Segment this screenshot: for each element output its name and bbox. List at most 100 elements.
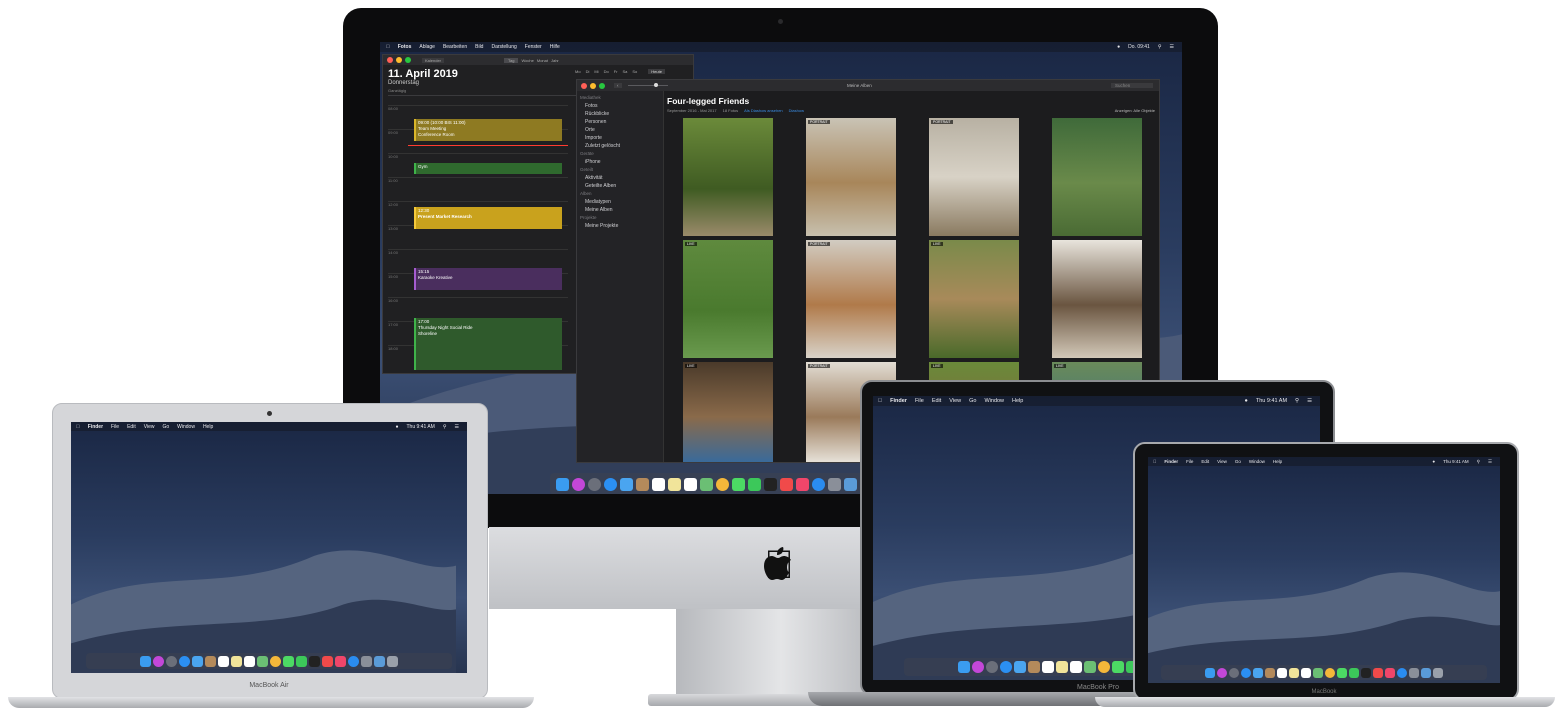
photos-minimize-button[interactable] <box>590 82 596 89</box>
maps-icon[interactable] <box>699 477 713 491</box>
wifi-icon[interactable]: ● <box>1245 398 1248 404</box>
photos-zoom-button[interactable] <box>599 82 605 89</box>
safari-icon[interactable] <box>999 661 1012 673</box>
clock[interactable]: Thu 9:41 AM <box>1256 398 1287 404</box>
finder-icon[interactable] <box>140 655 151 667</box>
sidebar-item[interactable]: Zuletzt gelöscht <box>577 142 663 150</box>
sidebar-item[interactable]: Geteilte Alben <box>577 182 663 190</box>
zoom-button[interactable] <box>405 57 411 63</box>
appstore-icon[interactable] <box>348 655 359 667</box>
reminders-icon[interactable] <box>683 477 697 491</box>
photos-icon[interactable] <box>1097 661 1110 673</box>
contacts-icon[interactable] <box>1265 667 1275 678</box>
siri-icon[interactable] <box>971 661 984 673</box>
messages-icon[interactable] <box>283 655 294 667</box>
maps-icon[interactable] <box>257 655 268 667</box>
calendar-icon[interactable] <box>651 477 665 491</box>
sidebar-item[interactable]: Meine Projekte <box>577 222 663 230</box>
menu-file[interactable]: File <box>1186 459 1193 464</box>
wifi-icon[interactable]: ● <box>1117 44 1120 50</box>
finder-icon[interactable] <box>1205 667 1215 678</box>
menu-bearbeiten[interactable]: Bearbeiten <box>443 44 467 50</box>
news-icon[interactable] <box>322 655 333 667</box>
photos-icon[interactable] <box>715 477 729 491</box>
close-button[interactable] <box>387 57 393 63</box>
event-gym[interactable]: Gym <box>414 163 562 174</box>
launchpad-icon[interactable] <box>166 655 177 667</box>
menu-list-icon[interactable]: ☰ <box>1307 398 1312 404</box>
back-button[interactable]: ‹ <box>614 83 622 88</box>
sidebar-item[interactable]: Personen <box>577 118 663 126</box>
facetime-icon[interactable] <box>296 655 307 667</box>
facetime-icon[interactable] <box>747 477 761 491</box>
menu-list-icon[interactable]: ☰ <box>455 424 459 430</box>
stocks-icon[interactable] <box>309 655 320 667</box>
menu-file[interactable]: File <box>915 398 924 404</box>
sidebar-item[interactable]: Aktivität <box>577 174 663 182</box>
calendar-icon[interactable] <box>218 655 229 667</box>
menu-edit[interactable]: Edit <box>932 398 941 404</box>
music-icon[interactable] <box>795 477 809 491</box>
notes-icon[interactable] <box>667 477 681 491</box>
siri-icon[interactable] <box>153 655 164 667</box>
photo-thumbnail[interactable] <box>1052 240 1142 358</box>
apple-icon[interactable]:  <box>76 424 80 430</box>
menu-help[interactable]: Help <box>1012 398 1023 404</box>
photo-thumbnail[interactable] <box>683 118 773 236</box>
contacts-icon[interactable] <box>1027 661 1040 673</box>
search-icon[interactable]: ⚲ <box>443 424 447 430</box>
menu-edit[interactable]: Edit <box>127 424 136 430</box>
menu-window[interactable]: Window <box>984 398 1004 404</box>
appstore-icon[interactable] <box>811 477 825 491</box>
facetime-icon[interactable] <box>1349 667 1359 678</box>
menu-view[interactable]: View <box>949 398 961 404</box>
search-icon[interactable]: ⚲ <box>1158 44 1162 50</box>
sidebar-item[interactable]: Importe <box>577 134 663 142</box>
menu-go[interactable]: Go <box>162 424 169 430</box>
news-icon[interactable] <box>779 477 793 491</box>
search-icon[interactable]: ⚲ <box>1295 398 1299 404</box>
photo-thumbnail[interactable]: PORTRAIT <box>806 240 896 358</box>
safari-icon[interactable] <box>179 655 190 667</box>
menu-finder[interactable]: Finder <box>890 398 907 404</box>
finder-icon[interactable] <box>555 477 569 491</box>
preferences-icon[interactable] <box>1409 667 1419 678</box>
preferences-icon[interactable] <box>361 655 372 667</box>
menu-ablage[interactable]: Ablage <box>419 44 435 50</box>
clock[interactable]: Thu 9:41 AM <box>406 424 434 430</box>
photos-search-field[interactable]: Suchen <box>1111 83 1153 88</box>
downloads-icon[interactable] <box>374 655 385 667</box>
calendar-icon[interactable] <box>1041 661 1054 673</box>
reminders-icon[interactable] <box>1069 661 1082 673</box>
filter-dropdown[interactable]: Anzeigen: Alle Objekte <box>1115 108 1155 113</box>
diashow-link[interactable]: Diashow <box>789 108 804 113</box>
messages-icon[interactable] <box>731 477 745 491</box>
menu-window[interactable]: Window <box>177 424 195 430</box>
stocks-icon[interactable] <box>763 477 777 491</box>
menu-help[interactable]: Help <box>1273 459 1282 464</box>
finder-icon[interactable] <box>957 661 970 673</box>
notes-icon[interactable] <box>1289 667 1299 678</box>
photo-thumbnail[interactable]: PORTRAIT <box>929 118 1019 236</box>
menu-fenster[interactable]: Fenster <box>525 44 542 50</box>
menu-file[interactable]: File <box>111 424 119 430</box>
menu-hilfe[interactable]: Hilfe <box>550 44 560 50</box>
photos-close-button[interactable] <box>581 82 587 89</box>
photo-thumbnail[interactable]: PORTRAIT <box>806 118 896 236</box>
messages-icon[interactable] <box>1111 661 1124 673</box>
mail-icon[interactable] <box>1253 667 1263 678</box>
menu-edit[interactable]: Edit <box>1201 459 1209 464</box>
reminders-icon[interactable] <box>1301 667 1311 678</box>
downloads-icon[interactable] <box>843 477 857 491</box>
news-icon[interactable] <box>1373 667 1383 678</box>
launchpad-icon[interactable] <box>985 661 998 673</box>
event-social-ride[interactable]: 17:00 Thursday Night Social Ride Shoreline <box>414 318 562 370</box>
tab-month[interactable]: Monat <box>537 58 548 63</box>
appstore-icon[interactable] <box>1397 667 1407 678</box>
downloads-icon[interactable] <box>1421 667 1431 678</box>
tab-week[interactable]: Woche <box>521 58 533 63</box>
menu-finder[interactable]: Finder <box>1164 459 1178 464</box>
calendar-icon[interactable] <box>1277 667 1287 678</box>
maps-icon[interactable] <box>1313 667 1323 678</box>
menu-darstellung[interactable]: Darstellung <box>491 44 516 50</box>
